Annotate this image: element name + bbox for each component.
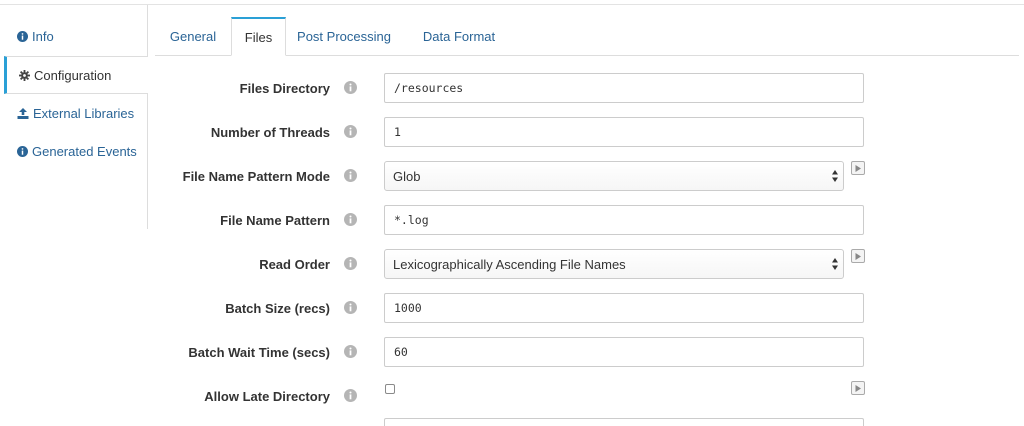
- config-tabs: General Files Post Processing Data Forma…: [155, 17, 1019, 56]
- read-order-label: Read Order: [259, 256, 330, 272]
- batch-wait-time-row: Batch Wait Time (secs) 60: [150, 330, 1020, 374]
- sidebar-item-label: Generated Events: [32, 143, 137, 159]
- info-icon[interactable]: [344, 257, 357, 270]
- file-name-pattern-mode-select[interactable]: Glob: [384, 161, 844, 191]
- select-value: Lexicographically Ascending File Names: [393, 256, 626, 272]
- select-value: Glob: [393, 168, 421, 184]
- info-icon[interactable]: [344, 81, 357, 94]
- read-order-select[interactable]: Lexicographically Ascending File Names: [384, 249, 844, 279]
- play-icon[interactable]: [851, 381, 865, 395]
- select-arrows-icon: [832, 258, 838, 270]
- info-circle-icon: [17, 145, 28, 157]
- info-icon[interactable]: [344, 125, 357, 138]
- file-name-pattern-label: File Name Pattern: [220, 212, 330, 228]
- sidebar-item-generated-events[interactable]: Generated Events: [0, 132, 147, 170]
- info-circle-icon: [17, 30, 28, 42]
- allow-late-directory-row: Allow Late Directory: [150, 374, 1020, 418]
- batch-wait-time-label: Batch Wait Time (secs): [188, 344, 330, 360]
- info-icon[interactable]: [344, 169, 357, 182]
- sidebar-item-label: External Libraries: [33, 105, 135, 121]
- files-directory-row: Files Directory /resources: [150, 66, 1020, 110]
- tab-post-processing[interactable]: Post Processing: [286, 17, 402, 55]
- top-border: [0, 0, 1024, 5]
- sidebar-item-info[interactable]: Info: [0, 17, 147, 55]
- play-icon[interactable]: [851, 161, 865, 175]
- upload-icon: [17, 107, 29, 119]
- sidebar-item-label: Configuration: [34, 67, 112, 83]
- play-icon[interactable]: [851, 249, 865, 263]
- allow-late-directory-checkbox[interactable]: [385, 384, 395, 394]
- sidebar-item-configuration[interactable]: Configuration: [4, 56, 148, 94]
- sidebar-item-label: Info: [32, 28, 54, 44]
- batch-size-label: Batch Size (recs): [225, 300, 330, 316]
- tab-general[interactable]: General: [155, 17, 231, 55]
- tab-files[interactable]: Files: [231, 17, 286, 56]
- number-of-threads-row: Number of Threads 1: [150, 110, 1020, 154]
- number-of-threads-label: Number of Threads: [210, 124, 330, 140]
- batch-wait-time-input[interactable]: 60: [384, 337, 864, 367]
- file-name-pattern-mode-label: File Name Pattern Mode: [182, 168, 330, 184]
- allow-late-directory-label: Allow Late Directory: [204, 388, 330, 404]
- number-of-threads-input[interactable]: 1: [384, 117, 864, 147]
- select-arrows-icon: [832, 170, 838, 182]
- read-order-row: Read Order Lexicographically Ascending F…: [150, 242, 1020, 286]
- file-name-pattern-mode-row: File Name Pattern Mode Glob: [150, 154, 1020, 198]
- file-name-pattern-row: File Name Pattern *.log: [150, 198, 1020, 242]
- file-name-pattern-input[interactable]: *.log: [384, 205, 864, 235]
- gear-icon: [19, 69, 30, 81]
- files-directory-label: Files Directory: [239, 80, 330, 96]
- batch-size-input[interactable]: 1000: [384, 293, 864, 323]
- info-icon[interactable]: [344, 301, 357, 314]
- sidebar-item-external-libraries[interactable]: External Libraries: [0, 94, 147, 132]
- tab-data-format[interactable]: Data Format: [412, 17, 506, 55]
- info-icon[interactable]: [344, 213, 357, 226]
- files-directory-input[interactable]: /resources: [384, 73, 864, 103]
- batch-size-row: Batch Size (recs) 1000: [150, 286, 1020, 330]
- next-field-input[interactable]: [384, 418, 864, 426]
- sidebar: Info Configuration External Libraries Ge…: [0, 5, 148, 229]
- info-icon[interactable]: [344, 345, 357, 358]
- info-icon[interactable]: [344, 389, 357, 402]
